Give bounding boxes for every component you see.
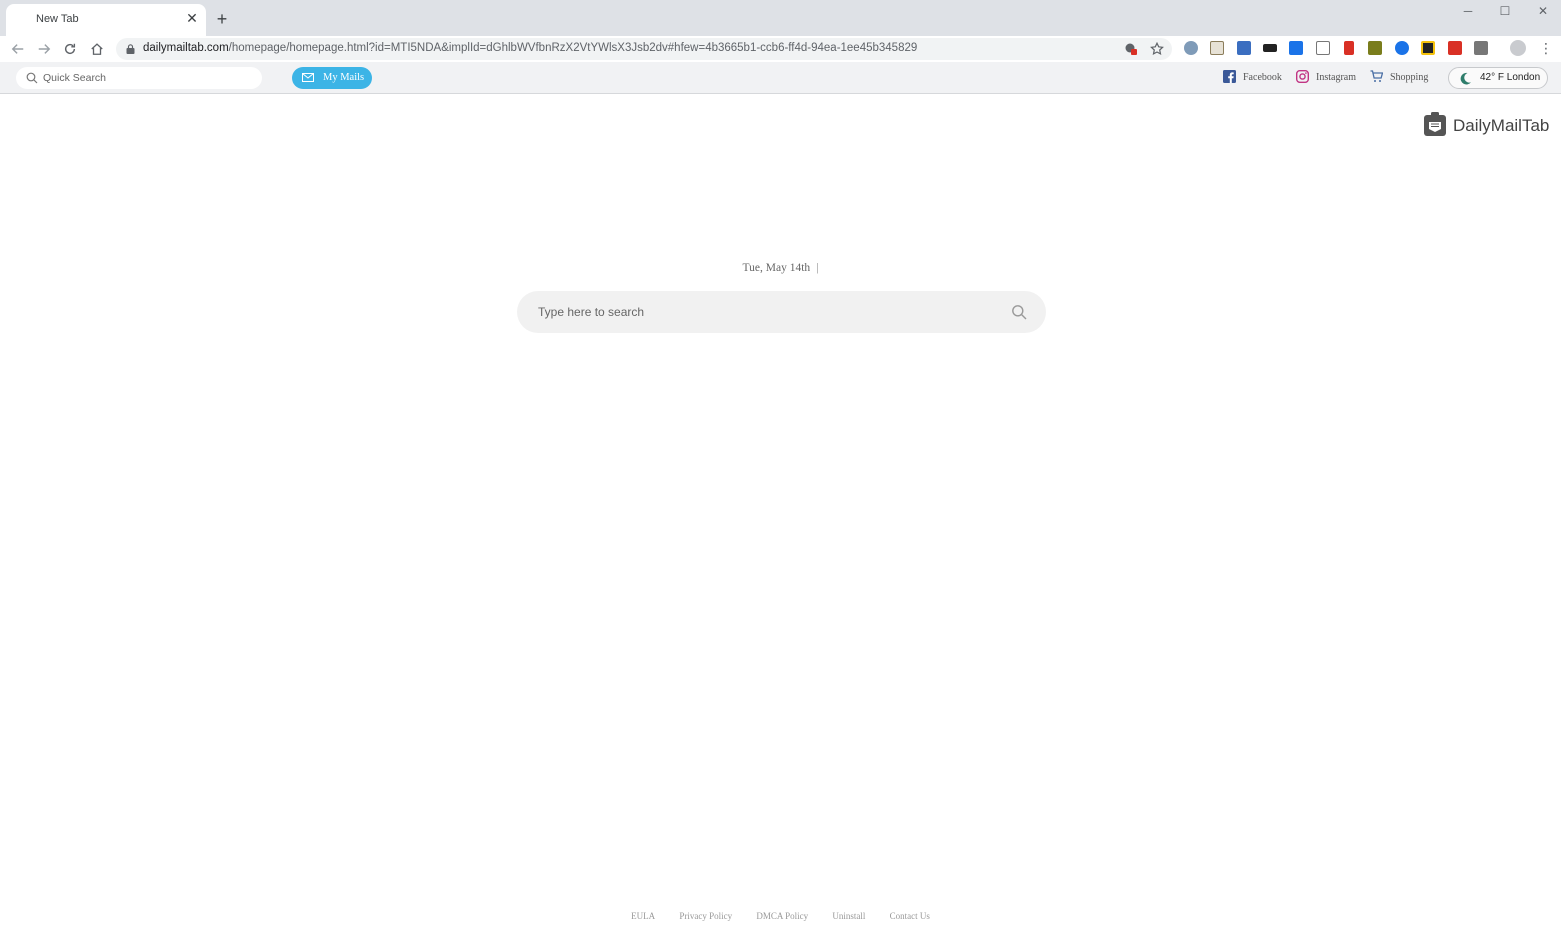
plus-icon[interactable]: +	[212, 9, 232, 29]
maximize-icon[interactable]: ☐	[1490, 2, 1520, 20]
quick-search-box	[16, 67, 262, 89]
shopping-link[interactable]: Shopping	[1370, 70, 1432, 86]
window-close-icon[interactable]: ✕	[1528, 2, 1558, 20]
star-icon[interactable]	[1150, 42, 1164, 56]
reload-icon[interactable]	[61, 40, 79, 58]
tab-title: New Tab	[36, 13, 79, 25]
browser-menu-icon[interactable]: ⋮	[1539, 39, 1553, 57]
my-mails-button[interactable]: My Mails	[292, 67, 372, 89]
extension-media-icon[interactable]	[1421, 41, 1435, 55]
weather-widget[interactable]: 42° F London	[1448, 67, 1548, 89]
my-mails-label: My Mails	[323, 72, 365, 83]
date-separator: |	[816, 262, 819, 274]
brand-name: DailyMailTab	[1453, 116, 1550, 135]
minimize-icon[interactable]: ─	[1453, 2, 1483, 20]
instagram-link[interactable]: Instagram	[1296, 70, 1358, 86]
back-arrow-icon[interactable]	[9, 40, 27, 58]
close-icon[interactable]: ✕	[185, 11, 199, 25]
url-path: /homepage/homepage.html?id=MTI5NDA&implI…	[228, 42, 918, 54]
extension-search-icon[interactable]	[1184, 41, 1198, 55]
home-icon[interactable]	[88, 40, 106, 58]
footer-link-dmca-policy[interactable]: DMCA Policy	[756, 911, 808, 921]
extension-red-doc-icon[interactable]	[1448, 41, 1462, 55]
footer-link-eula[interactable]: EULA	[631, 911, 655, 921]
search-icon[interactable]	[1011, 304, 1027, 320]
extension-y-icon[interactable]	[1210, 41, 1224, 55]
instagram-label: Instagram	[1316, 72, 1356, 83]
search-icon	[26, 72, 38, 84]
url-text: dailymailtab.com/homepage/homepage.html?…	[143, 42, 917, 54]
shopping-label: Shopping	[1390, 72, 1429, 83]
extension-cc-icon[interactable]	[1368, 41, 1382, 55]
extension-tv-icon[interactable]	[1263, 44, 1277, 52]
extension-pdf-icon[interactable]	[1289, 41, 1303, 55]
browser-tab[interactable]: New Tab ✕	[6, 4, 206, 36]
footer-link-uninstall[interactable]: Uninstall	[832, 911, 865, 921]
url-host: dailymailtab.com	[143, 42, 229, 54]
extension-doc-icon[interactable]	[1237, 41, 1251, 55]
address-bar[interactable]: dailymailtab.com/homepage/homepage.html?…	[116, 38, 1172, 60]
date-display: Tue, May 14th |	[0, 262, 1561, 274]
moon-icon	[1460, 72, 1471, 85]
main-search-input[interactable]	[538, 303, 998, 321]
extension-page-icon[interactable]	[1316, 41, 1330, 55]
forward-arrow-icon[interactable]	[35, 40, 53, 58]
facebook-label: Facebook	[1243, 72, 1282, 83]
lock-icon	[126, 44, 135, 54]
envelope-icon	[302, 73, 314, 82]
profile-avatar-icon[interactable]	[1510, 40, 1526, 56]
date-text: Tue, May 14th	[742, 262, 811, 274]
quick-search-input[interactable]	[43, 70, 253, 86]
footer: EULA Privacy Policy DMCA Policy Uninstal…	[0, 911, 1561, 921]
facebook-link[interactable]: Facebook	[1223, 70, 1285, 86]
cookie-blocked-icon[interactable]	[1124, 42, 1138, 56]
extension-cup-icon[interactable]	[1344, 41, 1354, 55]
facebook-icon	[1223, 70, 1236, 83]
weather-text: 42° F London	[1480, 72, 1541, 83]
footer-link-contact-us[interactable]: Contact Us	[890, 911, 930, 921]
extension-q-icon[interactable]	[1395, 41, 1409, 55]
mail-clipboard-icon	[1424, 112, 1446, 136]
page-header-bar: My Mails Facebook Instagram Shopping 42°…	[0, 62, 1561, 94]
instagram-icon	[1296, 70, 1309, 83]
browser-tabstrip: New Tab ✕ + ─ ☐ ✕	[0, 0, 1561, 36]
footer-link-privacy-policy[interactable]: Privacy Policy	[679, 911, 732, 921]
cart-icon	[1370, 70, 1383, 82]
main-search-box	[517, 291, 1046, 333]
extension-mail-icon[interactable]	[1474, 41, 1488, 55]
